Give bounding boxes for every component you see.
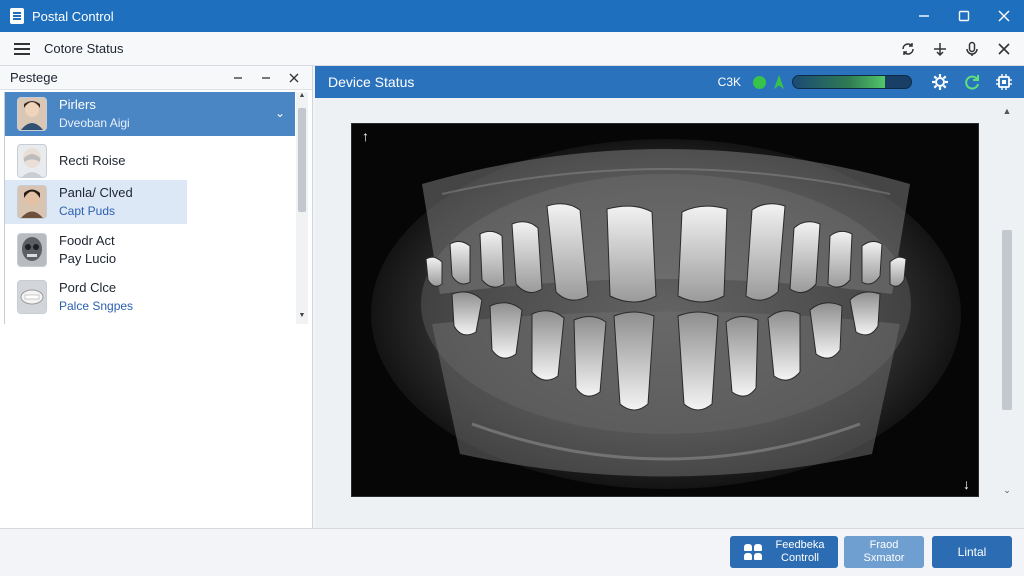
list-item[interactable]: Pord Clce Palce Sngpes <box>5 275 295 319</box>
footer-bar: Feedbeka Controll Fraod Sxmator Lintal <box>0 528 1024 576</box>
avatar <box>17 144 47 178</box>
move-icon[interactable] <box>926 35 954 63</box>
button-label-line1: Fraod <box>869 539 899 551</box>
patient-name: Panla/ Clved <box>59 185 133 200</box>
list-item[interactable]: Panla/ Clved Capt Puds <box>5 180 187 224</box>
list-item[interactable]: Foodr Act Pay Lucio <box>5 228 295 272</box>
patient-subtitle: Palce Sngpes <box>59 299 134 313</box>
microphone-icon[interactable] <box>958 35 986 63</box>
avatar <box>17 97 47 131</box>
minimize-button[interactable] <box>904 0 944 32</box>
minimize-icon <box>262 77 270 79</box>
minimize-icon <box>919 15 929 17</box>
scroll-up-icon[interactable]: ▲ <box>1000 106 1014 116</box>
list-item[interactable]: Recti Roise <box>5 139 295 183</box>
document-icon <box>10 8 24 24</box>
toolbar-tools <box>894 32 1018 66</box>
arrow-up-icon[interactable]: ↑ <box>362 128 369 144</box>
maximize-button[interactable] <box>944 0 984 32</box>
window-title: Postal Control <box>32 8 114 24</box>
patient-panel: Pestege Pirlers Dveoban Aigi ⌄ Recti Roi… <box>0 66 313 528</box>
device-status-bar: C3K <box>718 66 1016 98</box>
panel-restore-button[interactable] <box>252 66 280 90</box>
device-panel-header: Device Status C3K <box>315 66 1024 98</box>
scrollbar-thumb[interactable] <box>1002 230 1012 410</box>
toolbar: Cotore Status <box>0 32 1024 66</box>
device-panel: Device Status C3K ↑ ↓ ▲ ⌄ <box>315 66 1024 528</box>
scroll-down-icon[interactable]: ▼ <box>296 312 308 324</box>
title-bar: Postal Control <box>0 0 1024 32</box>
maximize-icon <box>958 10 970 22</box>
scrollbar-thumb[interactable] <box>298 108 306 212</box>
button-label-line1: Feedbeka <box>775 539 825 551</box>
button-label: Lintal <box>957 544 987 559</box>
fraod-button[interactable]: Fraod Sxmator <box>844 536 924 568</box>
status-code: C3K <box>717 75 741 89</box>
patient-panel-title: Pestege <box>10 70 58 85</box>
scroll-up-icon[interactable]: ▲ <box>296 92 308 104</box>
lintal-button[interactable]: Lintal <box>932 536 1012 568</box>
patient-list-scrollbar[interactable]: ▲ ▼ <box>296 92 308 324</box>
patient-name: Pord Clce <box>59 280 117 295</box>
panel-close-button[interactable] <box>280 66 308 90</box>
gear-icon[interactable] <box>928 70 952 94</box>
close-icon <box>998 10 1010 22</box>
sync-icon[interactable] <box>960 70 984 94</box>
button-label-line2: Sxmator <box>863 552 905 564</box>
patient-name: Recti Roise <box>59 153 126 168</box>
patient-list: Pirlers Dveoban Aigi ⌄ Recti Roise Panla… <box>4 92 296 324</box>
avatar <box>17 280 47 314</box>
patient-subtitle: Dveoban Aigi <box>59 116 130 130</box>
list-item[interactable]: Pirlers Dveoban Aigi ⌄ <box>5 92 295 136</box>
dental-xray-image <box>352 124 978 496</box>
panel-minimize-button[interactable] <box>224 66 252 90</box>
patient-subtitle: Pay Lucio <box>59 251 117 266</box>
signal-level-bar <box>792 75 912 89</box>
feedback-control-button[interactable]: Feedbeka Controll <box>730 536 838 568</box>
patient-name: Pirlers <box>59 97 96 112</box>
viewer-scrollbar[interactable]: ▲ ⌄ <box>1000 106 1014 496</box>
page-title: Cotore Status <box>44 41 124 56</box>
users-icon <box>743 544 762 560</box>
chip-icon[interactable] <box>992 70 1016 94</box>
status-indicator <box>753 75 766 89</box>
chevron-down-icon[interactable]: ⌄ <box>275 106 285 120</box>
patient-subtitle: Capt Puds <box>59 204 116 218</box>
arrow-down-icon[interactable]: ↓ <box>963 476 970 492</box>
menu-icon[interactable] <box>14 42 30 55</box>
scroll-down-icon[interactable]: ⌄ <box>1000 485 1014 496</box>
device-panel-title: Device Status <box>328 74 415 90</box>
avatar <box>17 185 47 219</box>
window-controls <box>904 0 1024 32</box>
xray-viewer[interactable]: ↑ ↓ <box>351 123 979 497</box>
signal-icon <box>774 75 784 89</box>
avatar <box>17 233 47 267</box>
patient-panel-header: Pestege <box>0 66 312 90</box>
signal-level-fill <box>793 76 886 88</box>
refresh-icon[interactable] <box>894 35 922 63</box>
patient-name: Foodr Act <box>59 233 115 248</box>
button-label-line2: Controll <box>781 552 819 564</box>
close-icon <box>289 73 299 83</box>
close-button[interactable] <box>984 0 1024 32</box>
minimize-icon <box>234 77 242 79</box>
close-icon[interactable] <box>990 35 1018 63</box>
